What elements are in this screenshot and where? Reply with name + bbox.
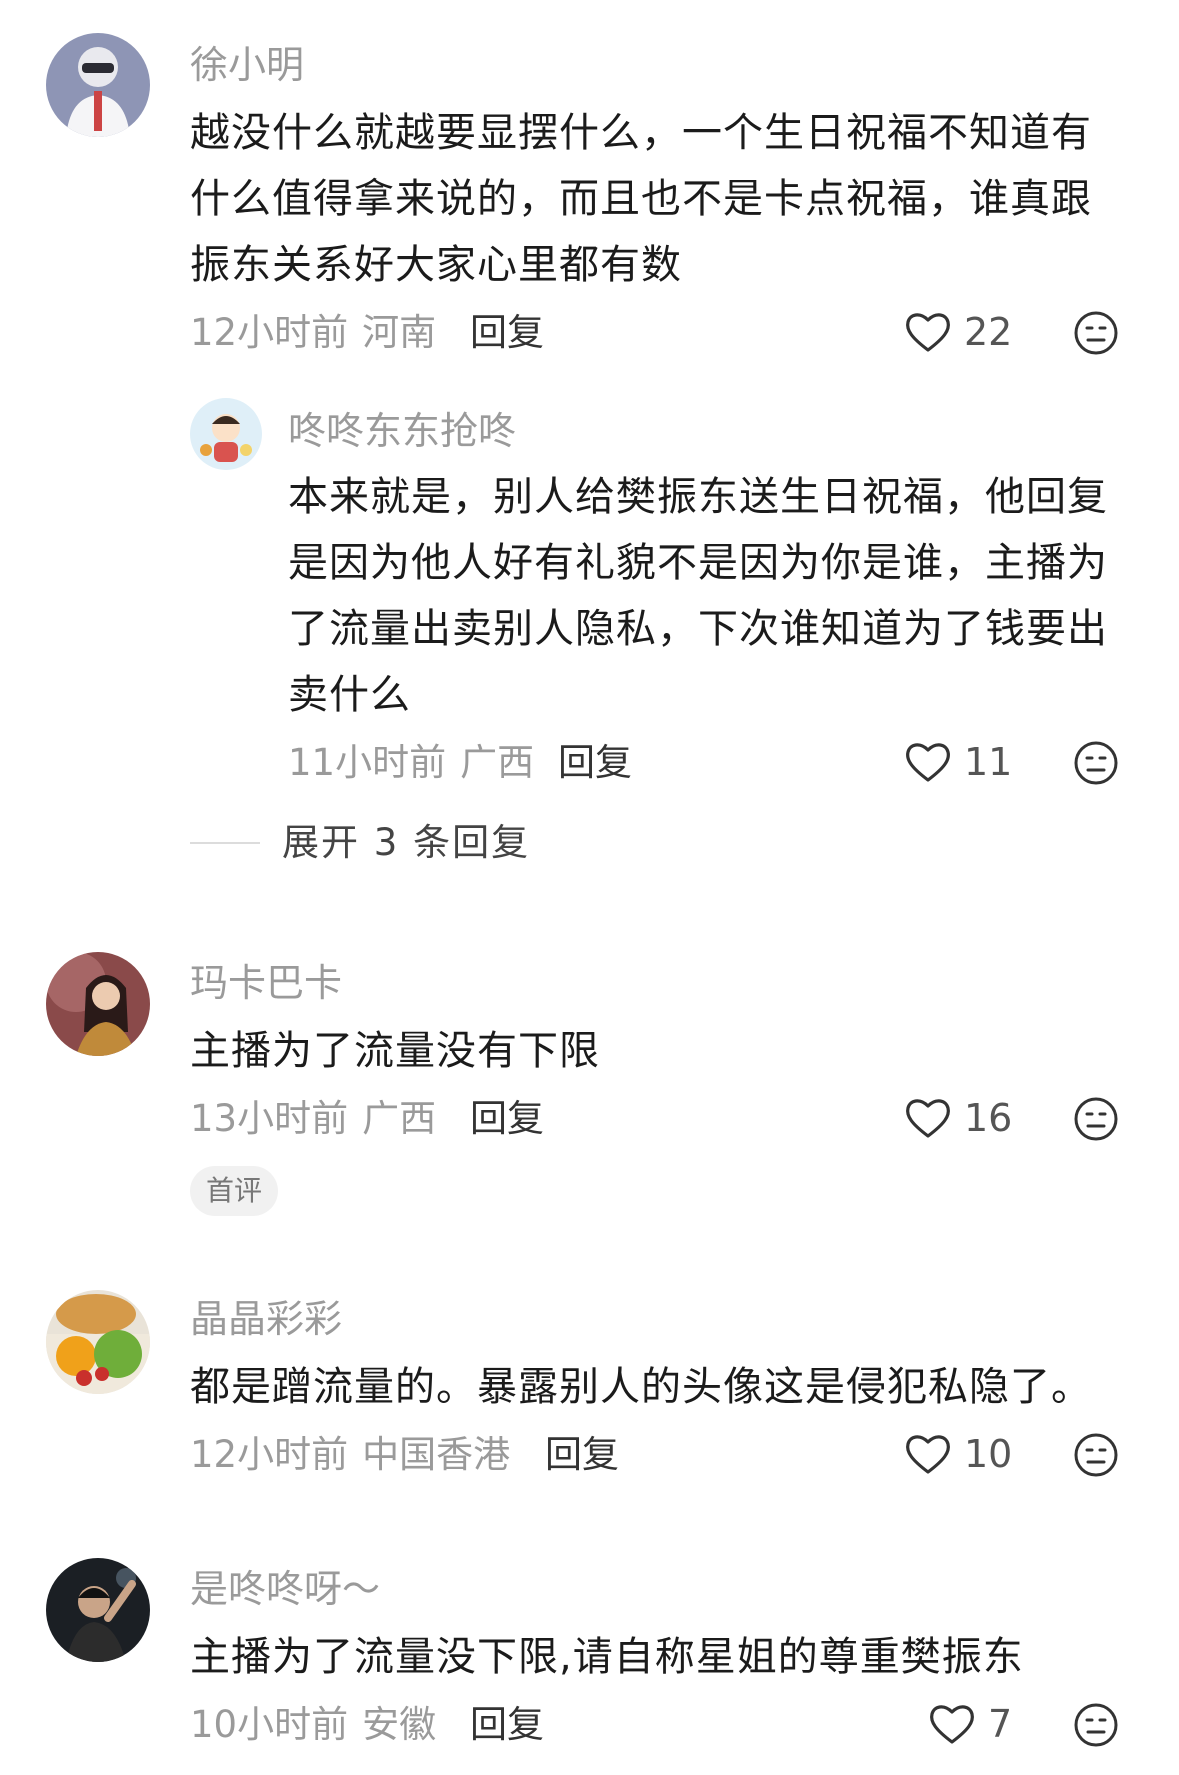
reply-button[interactable]: 回复 (558, 744, 632, 781)
divider-line (190, 841, 260, 844)
comment-location: 安徽 (362, 1703, 437, 1746)
avatar-concert-icon (46, 1558, 150, 1662)
neutral-face-icon (1074, 1703, 1118, 1747)
comment-meta: 12小时前 河南 (190, 314, 436, 351)
reply-time: 11小时前 (288, 741, 447, 784)
like-button[interactable]: 7 (928, 1702, 1012, 1746)
avatar[interactable] (46, 952, 150, 1056)
comment-meta: 10小时前 安徽 (190, 1706, 436, 1743)
comment-username[interactable]: 徐小明 (190, 46, 304, 84)
like-button[interactable]: 10 (904, 1432, 1012, 1476)
like-count: 16 (964, 1096, 1013, 1140)
avatar[interactable] (46, 33, 150, 137)
like-button[interactable]: 16 (904, 1096, 1012, 1140)
comment-location: 广西 (362, 1097, 437, 1140)
reply-button[interactable]: 回复 (470, 1100, 544, 1137)
neutral-face-icon (1074, 1433, 1118, 1477)
first-comment-badge: 首评 (190, 1166, 279, 1216)
comment-location: 中国香港 (362, 1433, 511, 1476)
avatar[interactable] (46, 1290, 150, 1394)
comment-text: 主播为了流量没下限,请自称星姐的尊重樊振东 (190, 1634, 1024, 1680)
comment-text: 越没什么就越要显摆什么，一个生日祝福不知道有什么值得拿来说的，而且也不是卡点祝福… (190, 110, 1092, 288)
avatar[interactable] (46, 1558, 150, 1662)
comment-username[interactable]: 玛卡巴卡 (190, 964, 342, 1002)
like-button[interactable]: 22 (904, 310, 1012, 354)
like-count: 10 (964, 1432, 1013, 1476)
reply-button[interactable]: 回复 (470, 1706, 544, 1743)
reply-location: 广西 (460, 741, 535, 784)
avatar-helmet-icon (46, 33, 150, 137)
like-count: 11 (964, 740, 1013, 784)
comment-meta: 13小时前 广西 (190, 1100, 436, 1137)
reply-username[interactable]: 咚咚东东抢咚 (288, 412, 516, 450)
like-button[interactable]: 11 (904, 740, 1012, 784)
reply-button[interactable]: 回复 (470, 314, 544, 351)
heart-icon (906, 1435, 950, 1474)
expand-replies-label: 展开 3 条回复 (282, 821, 531, 864)
heart-icon (906, 313, 950, 352)
avatar-portrait-icon (46, 952, 150, 1056)
heart-icon (930, 1705, 974, 1744)
dislike-button[interactable] (1073, 740, 1119, 786)
comment-time: 12小时前 (190, 1433, 349, 1476)
expand-replies-button[interactable]: 展开 3 条回复 (190, 824, 530, 861)
comment-text: 主播为了流量没有下限 (190, 1028, 600, 1074)
reply-meta: 11小时前 广西 (288, 744, 534, 781)
dislike-button[interactable] (1073, 1096, 1119, 1142)
reply-text: 本来就是，别人给樊振东送生日祝福，他回复是因为他人好有礼貌不是因为你是谁，主播为… (288, 474, 1108, 718)
comment-meta: 12小时前 中国香港 (190, 1436, 510, 1473)
avatar[interactable] (190, 398, 262, 470)
comment-time: 10小时前 (190, 1703, 349, 1746)
comment-username[interactable]: 晶晶彩彩 (190, 1300, 342, 1338)
comment-time: 12小时前 (190, 311, 349, 354)
neutral-face-icon (1074, 311, 1118, 355)
comment-time: 13小时前 (190, 1097, 349, 1140)
comment-location: 河南 (362, 311, 437, 354)
reply-button[interactable]: 回复 (545, 1436, 619, 1473)
heart-icon (906, 743, 950, 782)
neutral-face-icon (1074, 741, 1118, 785)
like-count: 22 (964, 310, 1013, 354)
avatar-food-icon (46, 1290, 150, 1394)
dislike-button[interactable] (1073, 310, 1119, 356)
dislike-button[interactable] (1073, 1702, 1119, 1748)
comment-list: 徐小明 越没什么就越要显摆什么，一个生日祝福不知道有什么值得拿来说的，而且也不是… (0, 0, 1179, 1775)
dislike-button[interactable] (1073, 1432, 1119, 1478)
like-count: 7 (988, 1702, 1013, 1746)
neutral-face-icon (1074, 1097, 1118, 1141)
avatar-cartoon-icon (190, 398, 262, 470)
comment-text: 都是蹭流量的。暴露别人的头像这是侵犯私隐了。 (190, 1364, 1092, 1410)
comment-username[interactable]: 是咚咚呀～ (190, 1570, 380, 1608)
heart-icon (906, 1099, 950, 1138)
